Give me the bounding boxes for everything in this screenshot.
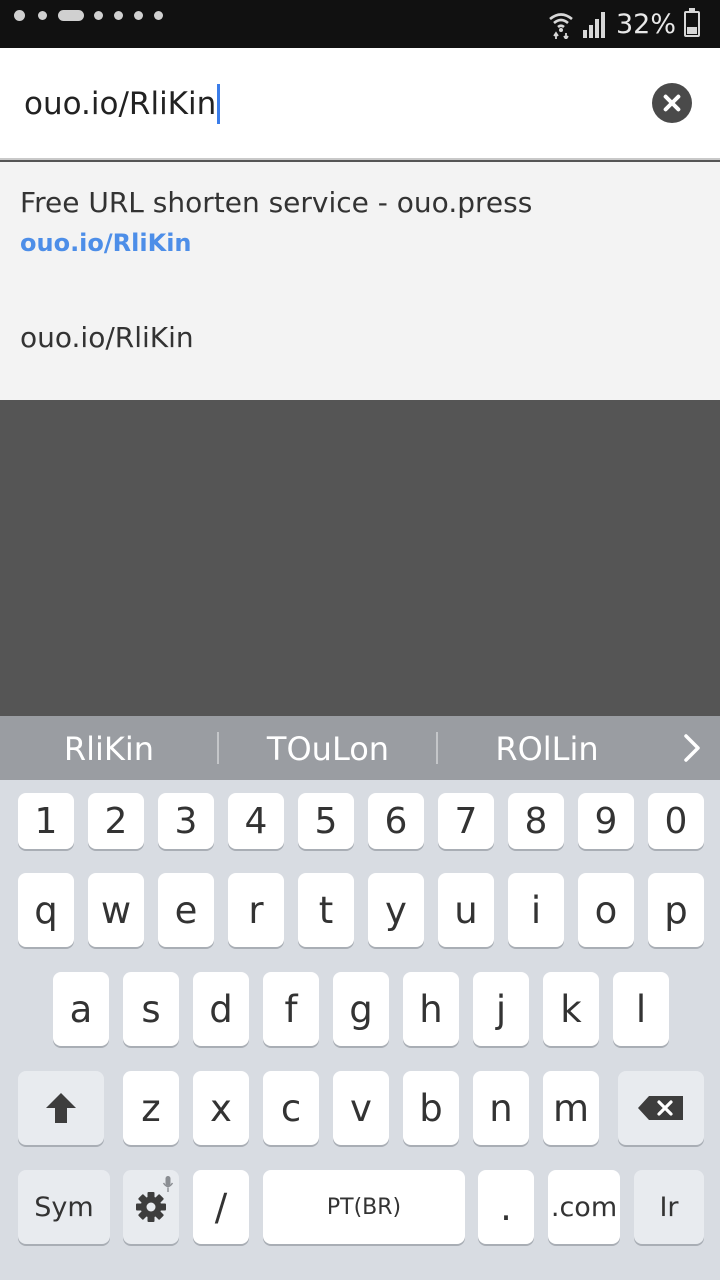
- key-r[interactable]: r: [228, 873, 284, 947]
- key-k[interactable]: k: [543, 972, 599, 1046]
- key-d[interactable]: d: [193, 972, 249, 1046]
- text-cursor: [217, 84, 221, 124]
- page-overlay: [0, 400, 720, 716]
- settings-key[interactable]: [123, 1170, 179, 1244]
- key-y[interactable]: y: [368, 873, 424, 947]
- notification-dot-icon: [94, 11, 103, 20]
- suggestion-list: Free URL shorten service - ouo.press ouo…: [0, 162, 720, 400]
- key-o[interactable]: o: [578, 873, 634, 947]
- status-bar: 32%: [0, 0, 720, 48]
- key-1[interactable]: 1: [18, 793, 74, 849]
- key-2[interactable]: 2: [88, 793, 144, 849]
- key-7[interactable]: 7: [438, 793, 494, 849]
- suggestion-title[interactable]: Free URL shorten service - ouo.press: [20, 186, 532, 219]
- address-input-text: ouo.io/RliKin: [24, 86, 217, 122]
- battery-level-fill: [687, 26, 697, 34]
- wifi-icon: [549, 13, 573, 39]
- key-q[interactable]: q: [18, 873, 74, 947]
- notification-dot-icon: [154, 11, 163, 20]
- key-9[interactable]: 9: [578, 793, 634, 849]
- shift-arrow-icon: [46, 1093, 76, 1123]
- key-x[interactable]: x: [193, 1071, 249, 1145]
- key-s[interactable]: s: [123, 972, 179, 1046]
- battery-icon: [684, 8, 700, 37]
- notification-dot-icon: [134, 11, 143, 20]
- prediction-word[interactable]: TOuLon: [219, 730, 437, 768]
- key-a[interactable]: a: [53, 972, 109, 1046]
- microphone-icon: [162, 1176, 174, 1192]
- key-f[interactable]: f: [263, 972, 319, 1046]
- key-p[interactable]: p: [648, 873, 704, 947]
- key-w[interactable]: w: [88, 873, 144, 947]
- key-5[interactable]: 5: [298, 793, 354, 849]
- virtual-keyboard: 1 2 3 4 5 6 7 8 9 0 q w e r t y u i o p …: [0, 780, 720, 1280]
- key-g[interactable]: g: [333, 972, 389, 1046]
- key-e[interactable]: e: [158, 873, 214, 947]
- suggestion-item[interactable]: ouo.io/RliKin: [20, 321, 194, 354]
- gear-icon: [136, 1192, 166, 1222]
- suggestion-url[interactable]: ouo.io/RliKin: [20, 229, 192, 257]
- key-j[interactable]: j: [473, 972, 529, 1046]
- key-l[interactable]: l: [613, 972, 669, 1046]
- space-key[interactable]: PT(BR): [263, 1170, 465, 1244]
- prediction-bar: RliKin TOuLon ROlLin: [0, 716, 720, 780]
- key-b[interactable]: b: [403, 1071, 459, 1145]
- prediction-word[interactable]: RliKin: [0, 730, 218, 768]
- key-z[interactable]: z: [123, 1071, 179, 1145]
- notification-pill-icon: [58, 10, 84, 21]
- clear-icon[interactable]: [652, 83, 692, 123]
- backspace-key[interactable]: [618, 1071, 704, 1145]
- key-m[interactable]: m: [543, 1071, 599, 1145]
- notification-dot-icon: [114, 11, 123, 20]
- key-v[interactable]: v: [333, 1071, 389, 1145]
- battery-percentage: 32%: [615, 8, 676, 40]
- key-t[interactable]: t: [298, 873, 354, 947]
- key-c[interactable]: c: [263, 1071, 319, 1145]
- notification-dot-icon: [38, 11, 47, 20]
- shift-key[interactable]: [18, 1071, 104, 1145]
- key-u[interactable]: u: [438, 873, 494, 947]
- address-bar[interactable]: ouo.io/RliKin: [0, 48, 720, 160]
- key-0[interactable]: 0: [648, 793, 704, 849]
- key-8[interactable]: 8: [508, 793, 564, 849]
- key-6[interactable]: 6: [368, 793, 424, 849]
- key-i[interactable]: i: [508, 873, 564, 947]
- key-3[interactable]: 3: [158, 793, 214, 849]
- period-key[interactable]: .: [478, 1170, 534, 1244]
- symbols-key[interactable]: Sym: [18, 1170, 110, 1244]
- address-input[interactable]: ouo.io/RliKin: [24, 84, 221, 124]
- key-4[interactable]: 4: [228, 793, 284, 849]
- chevron-right-icon[interactable]: [676, 732, 708, 764]
- slash-key[interactable]: /: [193, 1170, 249, 1244]
- key-n[interactable]: n: [473, 1071, 529, 1145]
- cell-signal-icon: [582, 12, 605, 38]
- status-indicators: 32%: [548, 6, 700, 42]
- prediction-word[interactable]: ROlLin: [438, 730, 656, 768]
- key-h[interactable]: h: [403, 972, 459, 1046]
- enter-key[interactable]: Ir: [634, 1170, 704, 1244]
- dotcom-key[interactable]: .com: [548, 1170, 620, 1244]
- notification-dot-icon: [14, 10, 25, 21]
- backspace-icon: [638, 1096, 683, 1120]
